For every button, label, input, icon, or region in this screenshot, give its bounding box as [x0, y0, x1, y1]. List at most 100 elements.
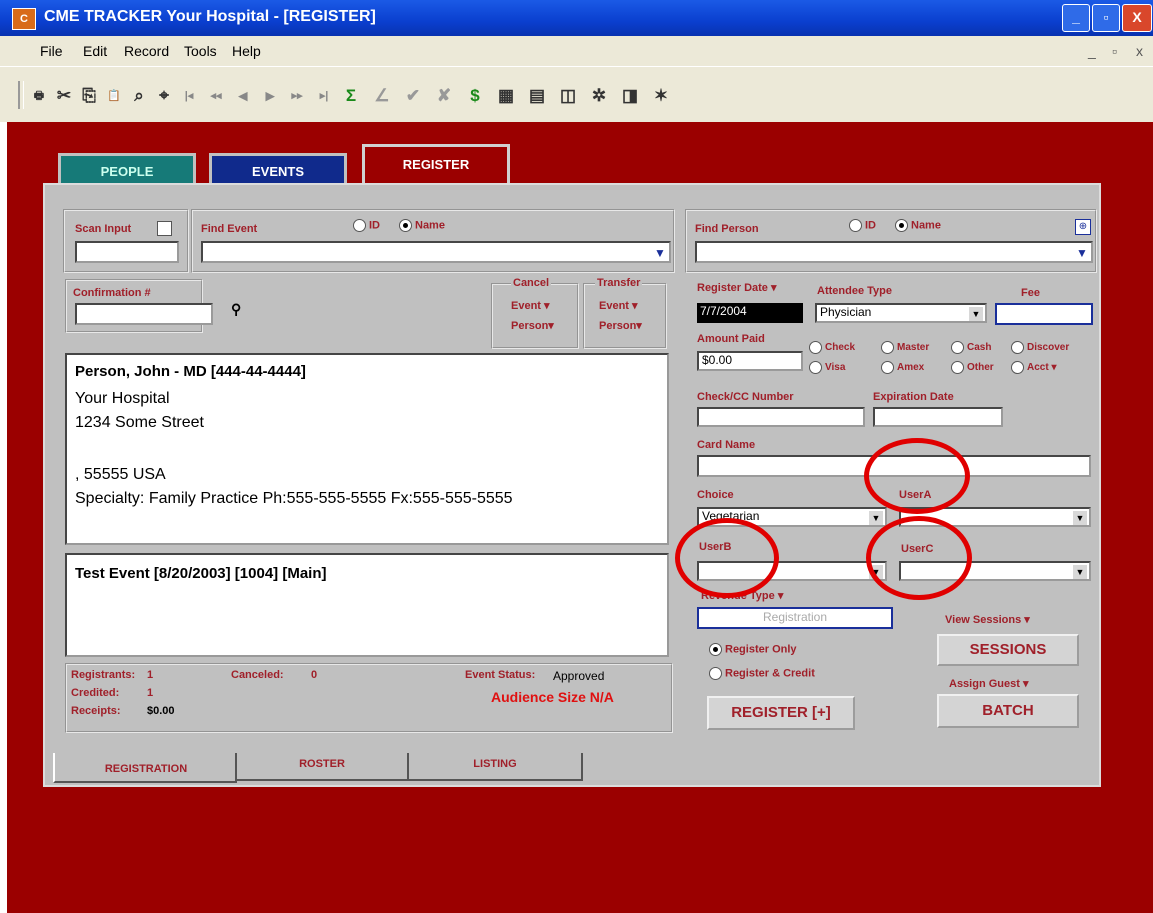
cancel-icon[interactable]: ✘ [433, 85, 455, 107]
person-city: , 55555 USA [75, 466, 166, 483]
pay-other-option[interactable]: Other [951, 361, 994, 374]
tab-roster[interactable]: ROSTER [235, 753, 409, 781]
cancel-event-button[interactable]: Event ▾ [511, 299, 550, 312]
cancel-group: Cancel Event ▾ Person▾ [491, 277, 579, 349]
pay-check-option[interactable]: Check [809, 341, 855, 354]
cancel-person-button[interactable]: Person▾ [511, 319, 554, 332]
find-replace-icon[interactable]: ⌖ [153, 85, 175, 107]
last-record-icon[interactable]: ▸| [313, 85, 335, 107]
scan-input-checkbox[interactable] [157, 221, 172, 236]
dropdown-arrow-icon[interactable]: ▼ [969, 307, 983, 321]
menu-record[interactable]: Record [124, 43, 169, 59]
document-icon[interactable]: ▤ [526, 85, 548, 107]
tree-icon[interactable]: ✲ [588, 85, 610, 107]
find-person-name-option[interactable]: Name [895, 219, 941, 232]
expiration-date-field[interactable] [873, 407, 1003, 427]
cc-number-label: Check/CC Number [697, 391, 794, 403]
register-date-dropdown[interactable]: Register Date ▾ [697, 281, 777, 294]
next-page-icon[interactable]: ▸▸ [286, 85, 308, 107]
dropdown-arrow-icon[interactable]: ▼ [869, 511, 883, 525]
cut-icon[interactable]: ✂ [53, 85, 75, 107]
pay-amex-option[interactable]: Amex [881, 361, 924, 374]
fee-field[interactable] [995, 303, 1093, 325]
find-person-combo[interactable]: ▼ [695, 241, 1093, 263]
cc-number-field[interactable] [697, 407, 865, 427]
pay-visa-option[interactable]: Visa [809, 361, 845, 374]
menu-edit[interactable]: Edit [83, 43, 107, 59]
pay-account-option[interactable]: Acct ▾ [1011, 361, 1057, 374]
tab-listing[interactable]: LISTING [407, 753, 583, 781]
scan-input-field[interactable] [75, 241, 179, 263]
pay-discover-option[interactable]: Discover [1011, 341, 1069, 354]
window-title: CME TRACKER Your Hospital - [REGISTER] [44, 8, 376, 25]
check-icon[interactable]: ✔ [402, 85, 424, 107]
tab-people[interactable]: PEOPLE [58, 153, 196, 186]
amount-paid-field[interactable]: $0.00 [697, 351, 803, 371]
dropdown-arrow-icon[interactable]: ▼ [1073, 565, 1087, 579]
close-button[interactable]: X [1122, 4, 1152, 32]
canceled-label: Canceled: [231, 669, 284, 681]
sum-icon[interactable]: Σ [340, 85, 362, 107]
chart-icon[interactable]: ◨ [619, 85, 641, 107]
pay-visa-label: Visa [825, 362, 846, 374]
ruler-icon[interactable]: ∠ [371, 85, 393, 107]
tab-events[interactable]: EVENTS [209, 153, 347, 186]
tab-register[interactable]: REGISTER [362, 144, 510, 187]
book-icon[interactable]: ◫ [557, 85, 579, 107]
sessions-button[interactable]: SESSIONS [937, 634, 1079, 666]
radio-icon [951, 361, 964, 374]
register-date-field[interactable]: 7/7/2004 [697, 303, 803, 323]
register-credit-option[interactable]: Register & Credit [709, 667, 815, 680]
mdi-restore-button[interactable]: ▫ [1112, 43, 1117, 59]
pay-master-option[interactable]: Master [881, 341, 929, 354]
pay-other-label: Other [967, 362, 994, 374]
menu-file[interactable]: File [40, 43, 63, 59]
menu-tools[interactable]: Tools [184, 43, 217, 59]
tools-icon[interactable]: ✶ [650, 85, 672, 107]
transfer-person-button[interactable]: Person▾ [599, 319, 642, 332]
print-icon[interactable]: 🖶 [28, 85, 50, 107]
first-record-icon[interactable]: |◂ [178, 85, 200, 107]
mdi-close-button[interactable]: x [1136, 43, 1143, 59]
find-event-combo[interactable]: ▼ [201, 241, 671, 263]
find-icon[interactable]: ⌕ [128, 85, 150, 107]
transfer-event-button[interactable]: Event ▾ [599, 299, 638, 312]
confirmation-group: Confirmation # [65, 279, 213, 333]
register-only-option[interactable]: Register Only [709, 643, 797, 656]
prev-page-icon[interactable]: ◂◂ [205, 85, 227, 107]
attendee-type-select[interactable]: Physician ▼ [815, 303, 987, 323]
next-record-icon[interactable]: ▸ [259, 85, 281, 107]
dollar-icon[interactable]: $ [464, 85, 486, 107]
calendar-icon[interactable]: ▦ [495, 85, 517, 107]
maximize-button[interactable]: ▫ [1092, 4, 1120, 32]
binoculars-icon[interactable]: ⚲ [231, 301, 241, 318]
view-sessions-dropdown[interactable]: View Sessions ▾ [945, 613, 1030, 626]
annotation-circle-userc [866, 516, 972, 600]
copy-icon[interactable]: ⎘ [78, 85, 100, 107]
dropdown-arrow-icon[interactable]: ▼ [653, 246, 667, 260]
cancel-event-label: Event [511, 300, 541, 312]
dropdown-arrow-icon[interactable]: ▼ [1075, 246, 1089, 260]
tab-registration[interactable]: REGISTRATION [53, 753, 237, 783]
assign-guest-dropdown[interactable]: Assign Guest ▾ [949, 677, 1028, 690]
pay-check-label: Check [825, 342, 856, 354]
menu-help[interactable]: Help [232, 43, 261, 59]
receipts-label: Receipts: [71, 705, 121, 717]
pay-cash-option[interactable]: Cash [951, 341, 991, 354]
paste-icon[interactable]: 📋 [103, 85, 125, 107]
mdi-minimize-button[interactable]: _ [1088, 43, 1096, 59]
minimize-button[interactable]: _ [1062, 4, 1090, 32]
find-person-id-option[interactable]: ID [849, 219, 876, 232]
find-event-id-option[interactable]: ID [353, 219, 380, 232]
radio-icon [709, 667, 722, 680]
prev-record-icon[interactable]: ◂ [232, 85, 254, 107]
register-button[interactable]: REGISTER [+] [707, 696, 855, 730]
toolbar-grip [18, 81, 24, 109]
credited-value: 1 [147, 687, 154, 699]
add-person-icon[interactable]: ⊕ [1075, 219, 1091, 235]
revenue-type-field[interactable]: Registration [697, 607, 893, 629]
dropdown-arrow-icon[interactable]: ▼ [1073, 511, 1087, 525]
find-event-name-option[interactable]: Name [399, 219, 445, 232]
batch-button[interactable]: BATCH [937, 694, 1079, 728]
confirmation-field[interactable] [75, 303, 213, 325]
